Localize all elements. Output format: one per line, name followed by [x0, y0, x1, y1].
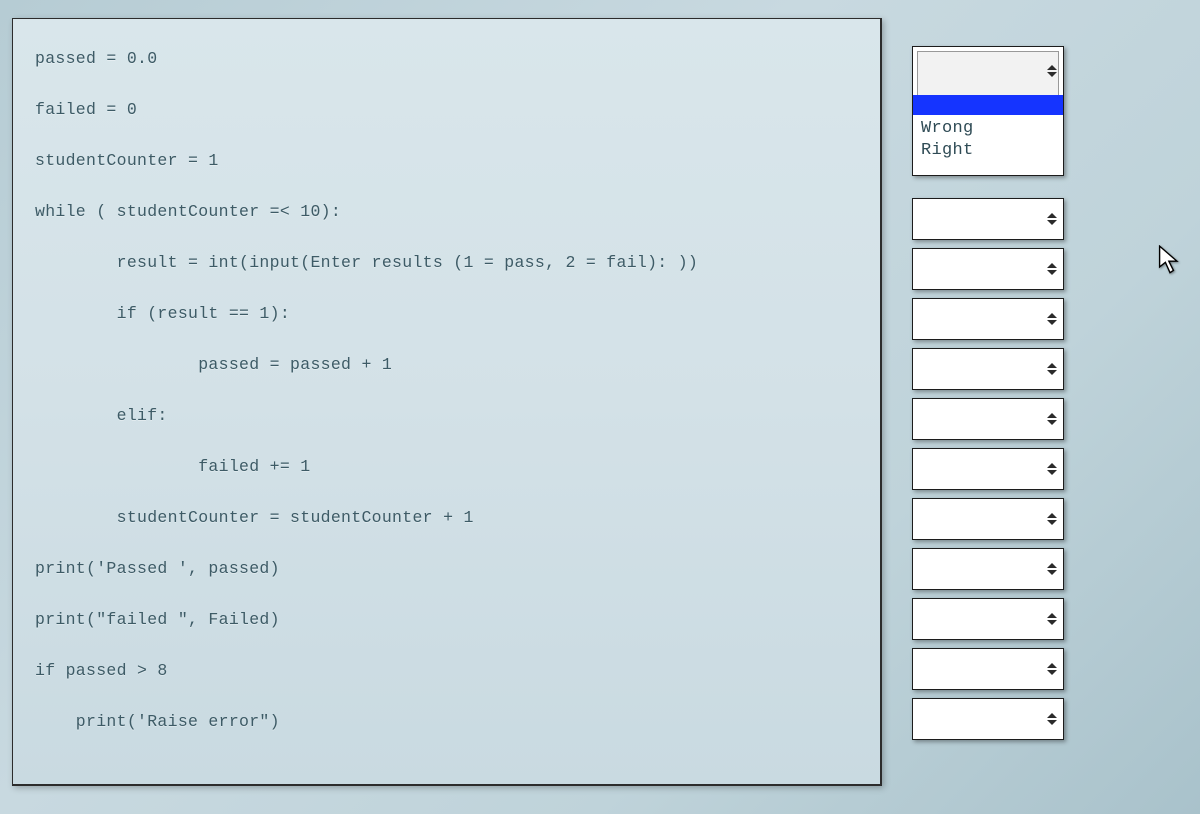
code-line: studentCounter = 1 — [13, 149, 880, 174]
answer-column: Wrong Right — [912, 46, 1064, 740]
code-line: while ( studentCounter =< 10): — [13, 200, 880, 225]
code-line: if (result == 1): — [13, 302, 880, 327]
stepper-icon — [1045, 713, 1059, 725]
answer-dropdown[interactable] — [912, 248, 1064, 290]
stepper-icon — [1045, 213, 1059, 225]
answer-dropdown[interactable] — [912, 448, 1064, 490]
stepper-icon — [1045, 463, 1059, 475]
code-line: if passed > 8 — [13, 659, 880, 684]
code-line: failed = 0 — [13, 98, 880, 123]
stepper-icon — [1045, 363, 1059, 375]
answer-dropdown[interactable] — [912, 598, 1064, 640]
code-panel: passed = 0.0 failed = 0 studentCounter =… — [12, 18, 882, 786]
answer-dropdown[interactable] — [912, 198, 1064, 240]
answer-dropdown[interactable] — [912, 698, 1064, 740]
answer-dropdown[interactable] — [912, 648, 1064, 690]
stepper-icon — [1045, 513, 1059, 525]
code-line: elif: — [13, 404, 880, 429]
code-line: failed += 1 — [13, 455, 880, 480]
dropdown-option-wrong[interactable]: Wrong — [921, 119, 974, 138]
stepper-icon — [1045, 65, 1059, 77]
stepper-icon — [1045, 413, 1059, 425]
code-line: result = int(input(Enter results (1 = pa… — [13, 251, 880, 276]
answer-dropdown[interactable] — [912, 548, 1064, 590]
answer-dropdown[interactable] — [912, 348, 1064, 390]
stepper-icon — [1045, 663, 1059, 675]
answer-dropdown[interactable] — [912, 498, 1064, 540]
answer-dropdown[interactable] — [912, 298, 1064, 340]
code-line: print("failed ", Failed) — [13, 608, 880, 633]
dropdown-option-right[interactable]: Right — [921, 141, 974, 160]
stepper-icon — [1045, 313, 1059, 325]
stepper-icon — [1045, 263, 1059, 275]
stepper-icon — [1045, 563, 1059, 575]
code-line: print('Raise error") — [13, 710, 880, 735]
cursor-icon — [1158, 245, 1182, 275]
code-line: passed = passed + 1 — [13, 353, 880, 378]
code-line: passed = 0.0 — [13, 47, 880, 72]
answer-dropdown[interactable] — [912, 398, 1064, 440]
code-line: studentCounter = studentCounter + 1 — [13, 506, 880, 531]
code-line: print('Passed ', passed) — [13, 557, 880, 582]
stepper-icon — [1045, 613, 1059, 625]
answer-dropdown-open[interactable]: Wrong Right — [912, 46, 1064, 176]
